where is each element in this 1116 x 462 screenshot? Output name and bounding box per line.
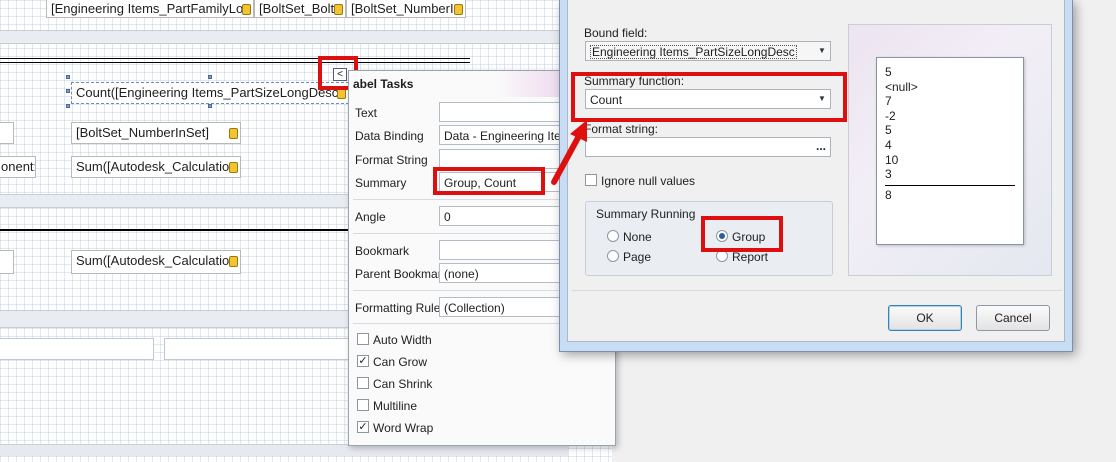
auto-width-label: Auto Width [373,333,432,347]
selection-handle[interactable] [66,75,70,79]
angle-label: Angle [355,210,386,224]
highlight-box-group [701,216,783,252]
tag-icon [334,4,343,15]
preview-pane: 5 <null> 7 -2 5 4 10 3 8 [848,24,1052,276]
preview-value: 7 [885,94,892,109]
checkmark-icon: ✓ [358,355,368,367]
preview-value: <null> [885,79,918,94]
report-label-sum-2[interactable]: Sum([Autodesk_Calculatio [71,250,241,274]
summary-dialog: Bound field: Engineering Items_PartSizeL… [559,0,1073,352]
preview-value: 10 [885,152,899,167]
can-grow-label: Can Grow [373,355,428,369]
preview-value: -2 [885,108,896,123]
chevron-down-icon[interactable]: ▼ [814,42,830,60]
tag-icon [242,4,251,15]
tag-icon [454,4,463,15]
running-none-label: None [623,230,652,244]
selection-handle[interactable] [208,104,212,108]
report-label-partial[interactable] [0,250,14,274]
horizontal-rule [0,62,470,63]
report-label-partial[interactable] [0,122,14,144]
dialog-client-area: Bound field: Engineering Items_PartSizeL… [567,0,1065,342]
selection-handle[interactable] [66,89,70,93]
formatting-rules-label: Formatting Rules [355,301,447,315]
selection-handle[interactable] [208,75,212,79]
auto-width-checkbox[interactable] [357,333,369,345]
data-binding-label: Data Binding [355,129,424,143]
tag-icon [229,128,238,139]
format-string-input[interactable]: ... [585,137,831,157]
summary-running-title: Summary Running [596,207,696,221]
report-label-boltset-number[interactable]: [BoltSet_NumberI [346,0,466,18]
text-label: Text [355,106,378,120]
running-report-label: Report [732,250,769,264]
preview-result: 8 [885,187,892,202]
tag-icon [229,162,238,173]
report-label-boltset-bolts[interactable]: [BoltSet_BoltS [254,0,346,18]
report-label-component[interactable]: onent: [0,156,36,178]
running-page-label: Page [623,250,652,264]
format-string-label: Format String [355,153,428,167]
cancel-button[interactable]: Cancel [976,305,1050,331]
tag-icon [229,256,238,267]
page-footer-box[interactable] [0,338,154,360]
preview-value: 5 [885,65,892,79]
can-grow-checkbox[interactable]: ✓ [357,355,369,367]
word-wrap-label: Word Wrap [373,421,434,435]
summary-label: Summary [355,176,407,190]
ok-button[interactable]: OK [888,305,962,331]
horizontal-rule [0,229,360,231]
multiline-checkbox[interactable] [357,399,369,411]
can-shrink-label: Can Shrink [373,377,433,391]
report-label-count[interactable]: Count([Engineering Items_PartSizeLongDes… [71,82,349,104]
bound-field-label: Bound field: [584,26,648,40]
bound-field-combo[interactable]: Engineering Items_PartSizeLongDesc ▼ [585,41,831,61]
running-page-radio[interactable] [607,250,619,262]
page-footer-box[interactable] [164,338,364,360]
can-shrink-checkbox[interactable] [357,377,369,389]
preview-value: 5 [885,123,892,138]
parent-bookmark-label: Parent Bookmark [355,267,448,281]
report-label-number-in-set[interactable]: [BoltSet_NumberInSet] [71,122,241,144]
separator [572,290,1062,291]
report-label-sum-1[interactable]: Sum([Autodesk_Calculatio [71,156,241,178]
horizontal-rule [0,58,470,59]
report-label-part-family[interactable]: [Engineering Items_PartFamilyLo [46,0,254,18]
highlight-box-summary [433,167,545,195]
word-wrap-checkbox[interactable]: ✓ [357,421,369,433]
preview-value: 3 [885,167,892,182]
preview-total-rule [885,184,1015,186]
highlight-box-summary-function [571,72,847,122]
preview-value: 4 [885,137,892,152]
multiline-label: Multiline [373,399,418,413]
arrow-icon [551,120,587,185]
ignore-null-values-label: Ignore null values [601,174,696,188]
running-none-radio[interactable] [607,230,619,242]
bookmark-label: Bookmark [355,244,410,258]
selection-handle[interactable] [66,104,70,108]
band-separator[interactable] [0,30,612,44]
preview-sheet: 5 <null> 7 -2 5 4 10 3 8 [876,57,1024,245]
checkmark-icon: ✓ [358,421,368,433]
ellipsis-button[interactable]: ... [816,139,826,153]
